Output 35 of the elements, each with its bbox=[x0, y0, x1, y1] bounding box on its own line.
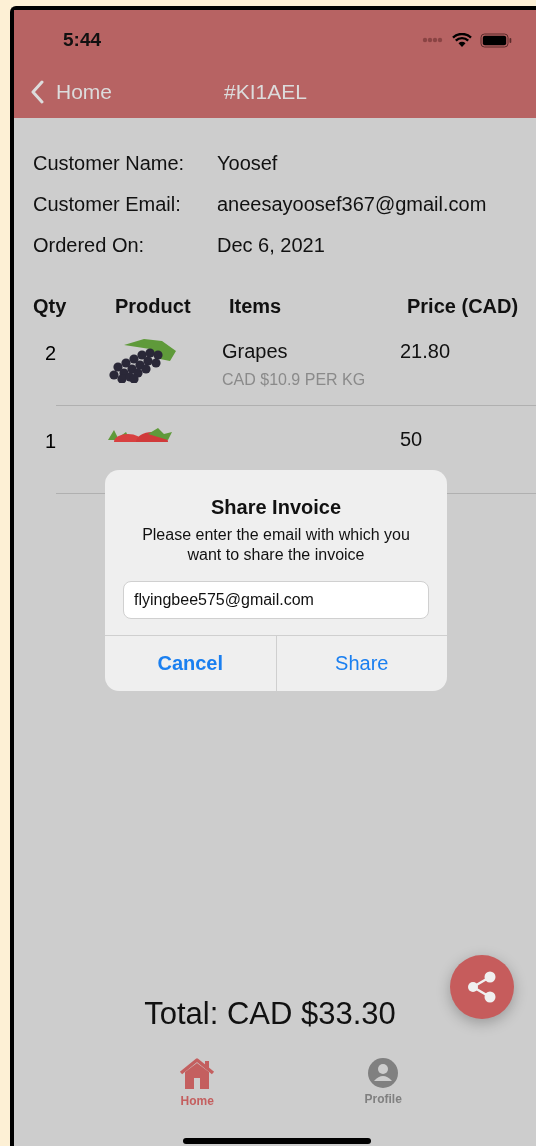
dialog-title: Share Invoice bbox=[210, 496, 342, 519]
info-label: Ordered On: bbox=[33, 234, 146, 257]
house-icon bbox=[178, 1058, 217, 1090]
info-value: Dec 6, 2021 bbox=[217, 234, 325, 257]
share-button[interactable] bbox=[450, 955, 514, 1019]
user-icon bbox=[368, 1058, 399, 1088]
column-header: Qty bbox=[33, 295, 68, 318]
back-label[interactable]: Home bbox=[56, 80, 113, 105]
order-title: #KI1AEL bbox=[224, 80, 307, 105]
dialog-button[interactable]: Cancel bbox=[105, 636, 276, 691]
battery-icon bbox=[480, 32, 512, 48]
tab-bar-item[interactable]: Profile bbox=[364, 1058, 402, 1128]
price-cell: 50 bbox=[400, 428, 423, 451]
signal-icon bbox=[422, 37, 444, 44]
qty-cell-text: 1 bbox=[45, 429, 58, 453]
qty-cell-text: 2 bbox=[45, 341, 58, 365]
column-header: Product bbox=[115, 295, 192, 318]
column-header: Items bbox=[229, 295, 283, 318]
unit-price: CAD $10.9 PER KG bbox=[222, 371, 367, 389]
column-header: Price (CAD) bbox=[407, 295, 519, 318]
dialog-button[interactable]: Share bbox=[275, 636, 447, 691]
info-value: Yoosef bbox=[217, 152, 278, 175]
info-label: Customer Name: bbox=[33, 152, 186, 175]
info-value: aneesayoosef367@gmail.com bbox=[217, 193, 487, 216]
tab-bar-item[interactable]: Home bbox=[178, 1058, 217, 1128]
price-cell: 21.80 bbox=[400, 340, 451, 363]
order-total: Total: CAD $33.30 bbox=[143, 996, 397, 1032]
info-label: Customer Email: bbox=[33, 193, 182, 216]
wifi-icon bbox=[452, 32, 472, 48]
item-name: Grapes bbox=[222, 340, 289, 363]
status-time: 5:44 bbox=[63, 29, 102, 52]
back-button[interactable]: Home bbox=[30, 80, 113, 105]
dialog-message: Please enter the email with which you want to share the invoice bbox=[141, 525, 411, 565]
email-field[interactable]: flyingbee575@gmail.com bbox=[123, 581, 429, 619]
chevron-left-icon bbox=[30, 80, 44, 105]
